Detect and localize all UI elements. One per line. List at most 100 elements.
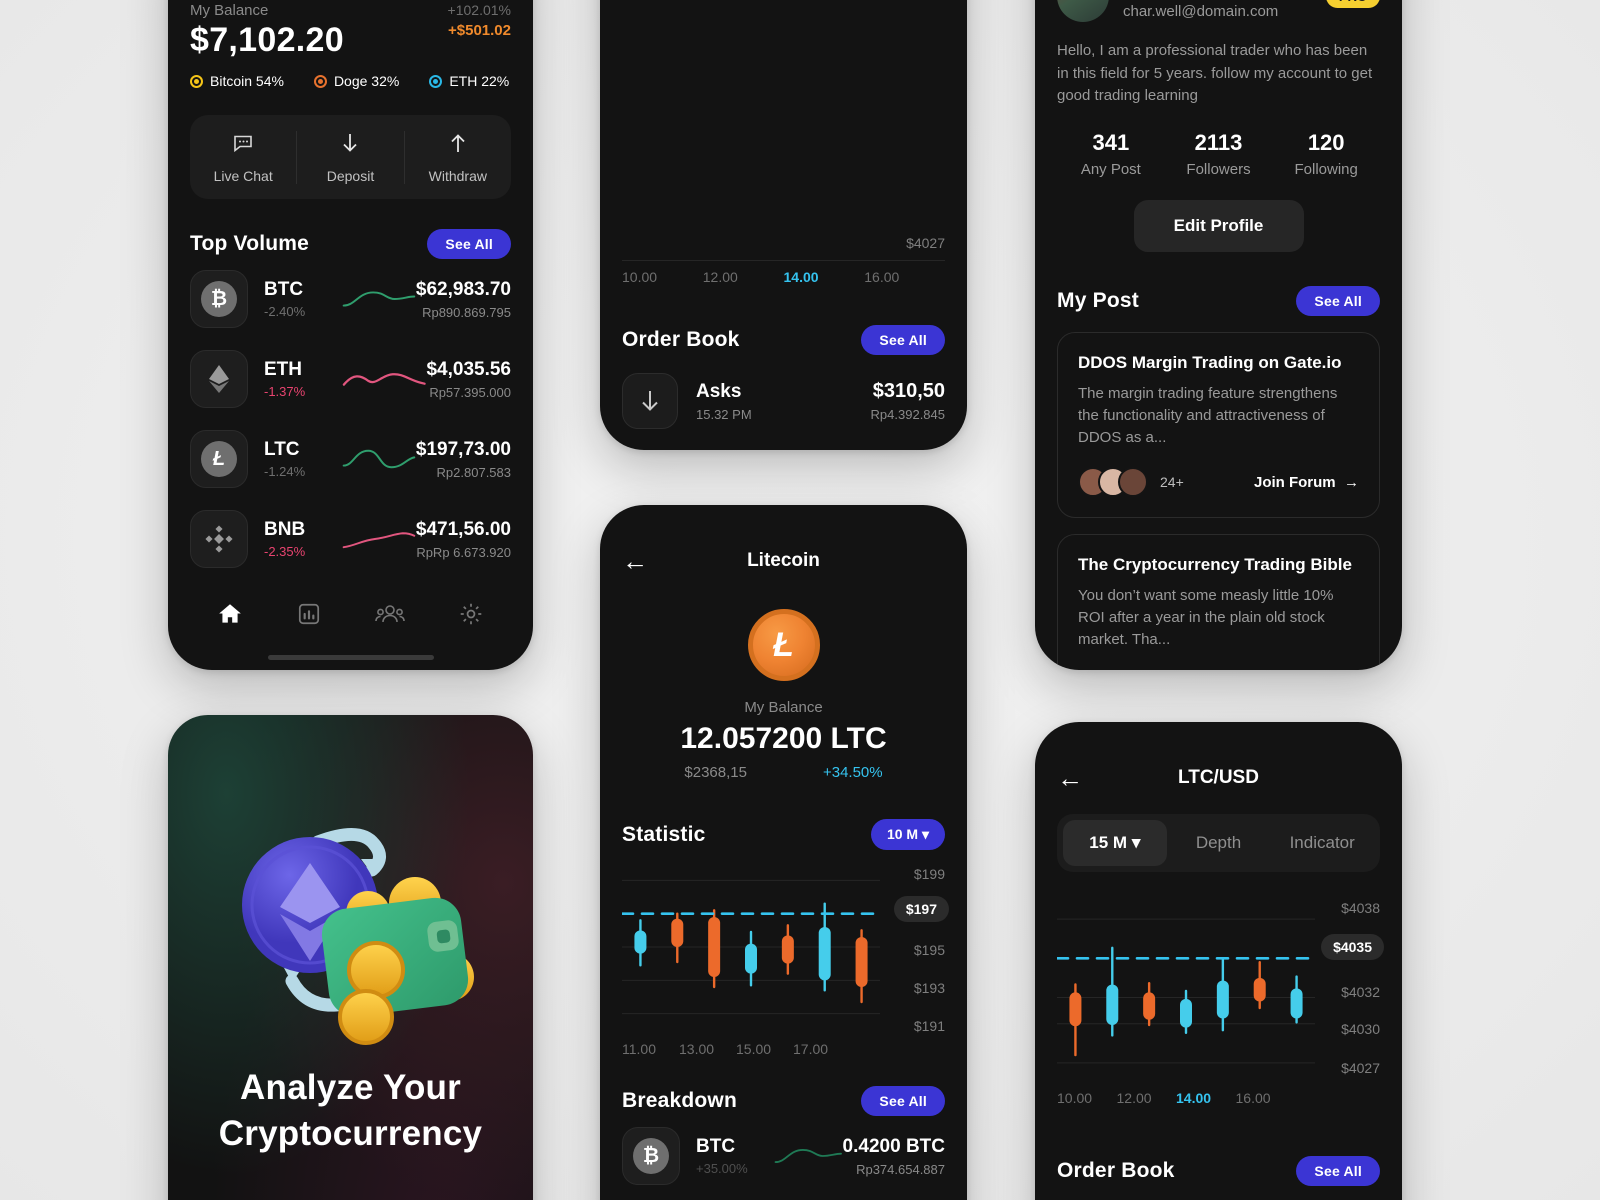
join-forum-button[interactable]: Join Forum → [1254, 474, 1359, 491]
coin-symbol: LTC [264, 439, 300, 460]
status-badge: PRO [1325, 0, 1380, 8]
profile-header: Charlotte W char.well@domain.com PRO [1057, 0, 1380, 22]
withdraw-button[interactable]: Withdraw [403, 130, 511, 184]
order-book-see-all-button[interactable]: See All [861, 325, 945, 355]
ltc-icon: Ł [190, 430, 248, 488]
y-tick: $4027 [1341, 1060, 1380, 1076]
x-tick: 10.00 [622, 269, 658, 285]
tab-indicator[interactable]: Indicator [1270, 820, 1374, 866]
tab-timeframe[interactable]: 15 M ▾ [1063, 820, 1167, 866]
top-volume-see-all-button[interactable]: See All [427, 229, 511, 259]
home-icon [218, 603, 241, 623]
y-tick: $4032 [1341, 984, 1380, 1000]
x-tick: 17.00 [793, 1041, 829, 1057]
coin-change: -2.40% [264, 304, 306, 319]
chart-icon [298, 603, 319, 624]
chart-top-price-label: $4027 [906, 235, 945, 251]
coin-price: $4,035.56 [426, 358, 511, 380]
list-item[interactable]: ETH -1.37% $4,035.56 Rp57.395.000 [190, 339, 511, 419]
sparkline-up-icon [342, 449, 416, 469]
tab-depth[interactable]: Depth [1167, 820, 1271, 866]
allocation-legend: Bitcoin 54% Doge 32% ETH 22% [190, 73, 511, 89]
post-title: The Cryptocurrency Trading Bible [1078, 555, 1352, 575]
phone-home-screen: My Balance $7,102.20 +102.01% +$501.02 B… [168, 0, 533, 670]
chart-canvas [622, 879, 880, 1015]
y-tick-marker: $197 [893, 896, 949, 922]
ethereum-wallet-illustration [242, 828, 474, 1045]
legend-label-eth: ETH 22% [449, 73, 510, 89]
promo-title-line-2: Cryptocurrency [218, 1113, 483, 1153]
tab-chart[interactable] [296, 601, 322, 632]
legend-item-doge: Doge 32% [313, 73, 399, 89]
breakdown-see-all-button[interactable]: See All [861, 1086, 945, 1116]
list-item[interactable]: Ł LTC -1.24% $197,73.00 Rp2.807.583 [190, 419, 511, 499]
edit-profile-button[interactable]: Edit Profile [1133, 199, 1304, 252]
coin-change: -1.37% [264, 384, 306, 399]
navigation-bar: ← LTC/USD [1057, 748, 1380, 808]
x-tick: 16.00 [1235, 1090, 1271, 1106]
mockup-canvas: My Balance $7,102.20 +102.01% +$501.02 B… [0, 0, 1600, 1200]
withdraw-label: Withdraw [428, 167, 487, 184]
table-row[interactable]: Asks 15.32 PM $310,50 Rp4.392.845 [622, 361, 945, 441]
tab-settings[interactable] [458, 601, 484, 632]
avatar [1118, 467, 1148, 498]
home-indicator [267, 655, 434, 660]
y-tick: $4038 [1341, 900, 1380, 916]
tab-home[interactable] [217, 601, 243, 632]
post-title: DDOS Margin Trading on Gate.io [1078, 352, 1342, 372]
list-item[interactable]: ₿ BTC -2.40% $62,983.70 Rp890.869.795 [190, 259, 511, 339]
order-book-see-all-button[interactable]: See All [1296, 1156, 1380, 1186]
x-tick: 15.00 [736, 1041, 772, 1057]
my-post-see-all-button[interactable]: See All [1296, 285, 1380, 316]
x-tick: 10.00 [1057, 1090, 1093, 1106]
coin-price: $197,73.00 [415, 438, 511, 460]
my-post-title: My Post [1057, 288, 1139, 312]
order-book-list: Asks 15.32 PM $310,50 Rp4.392.845 Bid 12… [622, 361, 945, 450]
legend-item-eth: ETH 22% [429, 73, 509, 89]
stat-value: 2113 [1194, 129, 1243, 155]
participant-avatars [1078, 467, 1148, 498]
phone-order-book-screen: $4027 10.00 12.00 14.00 16.00 Order Book… [600, 0, 967, 450]
page-title: Litecoin [747, 550, 820, 571]
order-type: Asks [696, 380, 742, 402]
bottom-tab-bar [190, 583, 511, 649]
y-tick: $4030 [1341, 1021, 1380, 1037]
list-item[interactable]: ₿ BTC +35.00% 0.4200 BTC Rp374.654.887 [622, 1116, 945, 1196]
arrow-right-icon: → [1339, 473, 1359, 491]
profile-bio: Hello, I am a professional trader who ha… [1057, 42, 1373, 104]
deposit-button[interactable]: Deposit [296, 130, 403, 184]
list-item[interactable]: The Cryptocurrency Trading Bible You don… [1057, 534, 1380, 670]
balance-amount: 12.057200 LTC [680, 722, 887, 755]
list-item[interactable]: BNB -2.35% $471,56.00 RpRp 6.673.920 [190, 499, 511, 579]
chart-canvas [1057, 918, 1315, 1064]
legend-item-bitcoin: Bitcoin 54% [190, 73, 284, 89]
table-row[interactable]: Bid 12.56 PM $351.20 Rp4.965.825 [622, 441, 945, 450]
bnb-icon [190, 510, 248, 568]
coin-price-rp: Rp57.395.000 [429, 384, 511, 400]
stat-value: 341 [1092, 129, 1130, 155]
timeframe-selector[interactable]: 10 M ▾ [870, 819, 945, 850]
top-volume-title: Top Volume [190, 232, 310, 255]
x-tick-active: 14.00 [1176, 1090, 1212, 1106]
tab-community[interactable] [375, 601, 405, 632]
live-chat-button[interactable]: Live Chat [190, 131, 296, 184]
sparkline-up-icon [342, 291, 416, 307]
legend-dot-doge [313, 74, 327, 88]
balance-percent: +34.50% [822, 764, 883, 781]
coin-price: $471,56.00 [415, 518, 511, 540]
phone-promo-card: Analyze Your Cryptocurrency [168, 715, 533, 1200]
order-price: $310,50 [872, 380, 945, 402]
sparkline-up-icon [774, 1148, 842, 1164]
y-tick: $191 [913, 1018, 945, 1034]
participant-count: 24+ [1160, 474, 1184, 491]
chart-mode-segmented-control: 15 M ▾ Depth Indicator [1057, 814, 1380, 872]
list-item[interactable]: DDOS Margin Trading on Gate.io The margi… [1057, 331, 1380, 519]
balance-label: My Balance [190, 2, 269, 19]
settings-gear-icon [461, 603, 482, 624]
join-forum-label: Join Forum [1253, 473, 1336, 491]
x-tick-active: 14.00 [783, 269, 819, 285]
y-tick: $199 [913, 866, 945, 882]
coin-price-rp: Rp890.869.795 [422, 304, 511, 320]
y-tick: $195 [913, 942, 945, 958]
eth-icon [190, 350, 248, 408]
